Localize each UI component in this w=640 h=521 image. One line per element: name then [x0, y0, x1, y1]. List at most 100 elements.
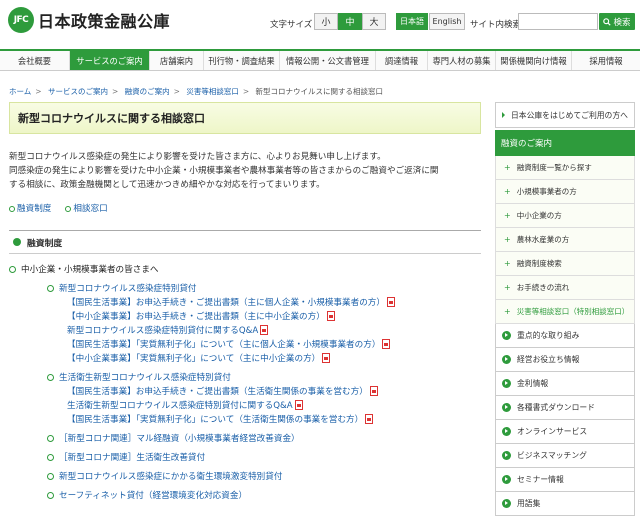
nav-item-services[interactable]: サービスのご案内 — [70, 51, 150, 70]
breadcrumb-disaster[interactable]: 災害等相談窓口 — [186, 87, 239, 96]
breadcrumb-loans[interactable]: 融資のご案内 — [125, 87, 170, 96]
intro-line: する相談に、政策金融機関として迅速かつきめ細やかな対応を行ってまいります。 — [9, 180, 325, 190]
list-item[interactable]: 新型コロナウイルス感染症特別貸付 — [9, 281, 481, 295]
circle-arrow-icon — [502, 451, 511, 460]
list-item[interactable]: 【中小企業事業】「実質無利子化」について（主に中小企業の方） — [9, 351, 481, 365]
plus-icon: + — [504, 259, 511, 268]
circle-arrow-icon — [502, 427, 511, 436]
audience-heading: 中小企業・小規模事業者の皆さまへ — [9, 262, 481, 276]
bullet-icon — [47, 472, 54, 480]
pdf-icon — [326, 311, 335, 321]
nav-item-stores[interactable]: 店舗案内 — [150, 51, 204, 70]
plus-icon: + — [504, 211, 511, 220]
sidebar-item[interactable]: オンラインサービス — [495, 420, 635, 444]
list-item[interactable]: 新型コロナウイルス感染症にかかる衛生環境激変特別貸付 — [9, 469, 481, 483]
sidebar-item-loans[interactable]: 融資のご案内 — [495, 130, 635, 156]
page-anchors: 融資制度 相談窓口 — [9, 202, 481, 214]
anchor-loan-system[interactable]: 融資制度 — [9, 202, 51, 214]
pdf-icon — [322, 353, 331, 363]
nav-item-recruit-experts[interactable]: 専門人材の募集 — [428, 51, 496, 70]
circle-arrow-icon — [502, 355, 511, 364]
main-content: 新型コロナウイルスに関する相談窓口 新型コロナウイルス感染症の発生により影響を受… — [9, 102, 481, 502]
search-button[interactable]: 検索 — [599, 13, 635, 30]
breadcrumb-current: 新型コロナウイルスに関する相談窓口 — [255, 87, 384, 96]
font-size-small-button[interactable]: 小 — [314, 13, 338, 30]
intro-line: 同感染症の発生により影響を受けた中小企業・小規模事業者や農林事業者等の皆さまから… — [9, 166, 439, 176]
anchor-consultation[interactable]: 相談窓口 — [65, 202, 108, 214]
nav-item-publications[interactable]: 刊行物・調査結果 — [204, 51, 280, 70]
nav-item-institutions[interactable]: 関係機関向け情報 — [496, 51, 572, 70]
sidebar-subitem[interactable]: + 中小企業の方 — [495, 204, 635, 228]
bullet-icon — [47, 284, 54, 292]
list-item[interactable]: 新型コロナウイルス感染症特別貸付に関するQ&A — [9, 323, 481, 337]
list-item[interactable]: 【国民生活事業】お申込手続き・ご提出書類（主に個人企業・小規模事業者の方） — [9, 295, 481, 309]
bullet-icon — [47, 491, 54, 499]
sidebar-subitem[interactable]: + 農林水産業の方 — [495, 228, 635, 252]
bullet-icon — [47, 434, 54, 442]
pdf-icon — [386, 297, 395, 307]
list-item[interactable]: ［新型コロナ関連］マル経融資（小規模事業者経営改善資金） — [9, 431, 481, 445]
breadcrumb-services[interactable]: サービスのご案内 — [48, 87, 108, 96]
plus-icon: + — [504, 283, 511, 292]
sidebar-item[interactable]: 各種書式ダウンロード — [495, 396, 635, 420]
nav-item-company[interactable]: 会社概要 — [0, 51, 70, 70]
list-item[interactable]: 生活衛生新型コロナウイルス感染症特別貸付 — [9, 370, 481, 384]
sidebar-item-first-time[interactable]: 日本公庫をはじめてご利用の方へ — [495, 102, 635, 128]
bullet-icon — [47, 453, 54, 461]
logo-text: 日本政策金融公庫 — [38, 12, 171, 31]
list-item[interactable]: ［新型コロナ関連］生活衛生改善貸付 — [9, 450, 481, 464]
font-size-large-button[interactable]: 大 — [362, 13, 386, 30]
bullet-icon — [47, 373, 54, 381]
sidebar: 日本公庫をはじめてご利用の方へ 融資のご案内 + 融資制度一覧から探す + 小規模事… — [495, 102, 635, 516]
font-size-label: 文字サイズ — [270, 20, 313, 30]
search-input[interactable] — [518, 13, 598, 30]
list-item[interactable]: 【国民生活事業】お申込手続き・ご提出書類（生活衛生関係の事業を営む方） — [9, 384, 481, 398]
global-nav: 会社概要 サービスのご案内 店舗案内 刊行物・調査結果 情報公開・公文書管理 調… — [0, 49, 640, 71]
pdf-icon — [365, 414, 374, 424]
logo-mark: JFC — [8, 7, 34, 33]
sidebar-subitem[interactable]: + 小規模事業者の方 — [495, 180, 635, 204]
sidebar-subitem-current[interactable]: + 災害等相談窓口（特別相談窓口） — [495, 300, 635, 324]
sidebar-item[interactable]: 用語集 — [495, 492, 635, 516]
nav-item-careers[interactable]: 採用情報 — [572, 51, 640, 70]
sidebar-subitem[interactable]: + お手続きの流れ — [495, 276, 635, 300]
pdf-icon — [260, 325, 269, 335]
sidebar-subitem[interactable]: + 融資制度検索 — [495, 252, 635, 276]
circle-arrow-icon — [502, 379, 511, 388]
sidebar-item[interactable]: 金利情報 — [495, 372, 635, 396]
site-logo[interactable]: JFC 日本政策金融公庫 — [8, 7, 170, 33]
pdf-icon — [369, 386, 378, 396]
list-item[interactable]: セーフティネット貸付（経営環境変化対応資金） — [9, 488, 481, 502]
search-icon — [603, 17, 612, 26]
sidebar-item[interactable]: 重点的な取り組み — [495, 324, 635, 348]
anchor-bullet-icon — [9, 205, 15, 212]
nav-item-procurement[interactable]: 調達情報 — [376, 51, 428, 70]
lang-english-button[interactable]: English — [429, 13, 465, 30]
sidebar-item[interactable]: セミナー情報 — [495, 468, 635, 492]
breadcrumb-home[interactable]: ホーム — [9, 87, 31, 96]
sidebar-item[interactable]: 経営お役立ち情報 — [495, 348, 635, 372]
search-button-label: 検索 — [613, 17, 631, 28]
circle-arrow-icon — [502, 499, 511, 508]
bullet-icon — [9, 265, 16, 273]
pdf-icon — [294, 400, 303, 410]
plus-icon: + — [504, 235, 511, 244]
lang-japanese-button[interactable]: 日本語 — [396, 13, 428, 30]
font-size-medium-button[interactable]: 中 — [338, 13, 362, 30]
anchor-bullet-icon — [65, 205, 72, 212]
arrow-right-icon — [502, 112, 505, 118]
loan-list: 中小企業・小規模事業者の皆さまへ 新型コロナウイルス感染症特別貸付 【国民生活事… — [9, 262, 481, 502]
section-dot-icon — [13, 238, 21, 246]
sidebar-subitem[interactable]: + 融資制度一覧から探す — [495, 156, 635, 180]
plus-icon: + — [504, 307, 511, 316]
page-title: 新型コロナウイルスに関する相談窓口 — [9, 102, 481, 134]
sidebar-item[interactable]: ビジネスマッチング — [495, 444, 635, 468]
section-heading: 融資制度 — [9, 230, 481, 254]
list-item[interactable]: 【中小企業事業】お申込手続き・ご提出書類（主に中小企業の方） — [9, 309, 481, 323]
list-item[interactable]: 【国民生活事業】「実質無利子化」について（主に個人企業・小規模事業者の方） — [9, 337, 481, 351]
breadcrumb: ホーム > サービスのご案内 > 融資のご案内 > 災害等相談窓口 > 新型コロナウイル… — [9, 87, 384, 96]
list-item[interactable]: 【国民生活事業】「実質無利子化」について（生活衛生関係の事業を営む方） — [9, 412, 481, 426]
nav-item-disclosure[interactable]: 情報公開・公文書管理 — [280, 51, 376, 70]
circle-arrow-icon — [502, 331, 511, 340]
list-item[interactable]: 生活衛生新型コロナウイルス感染症特別貸付に関するQ&A — [9, 398, 481, 412]
